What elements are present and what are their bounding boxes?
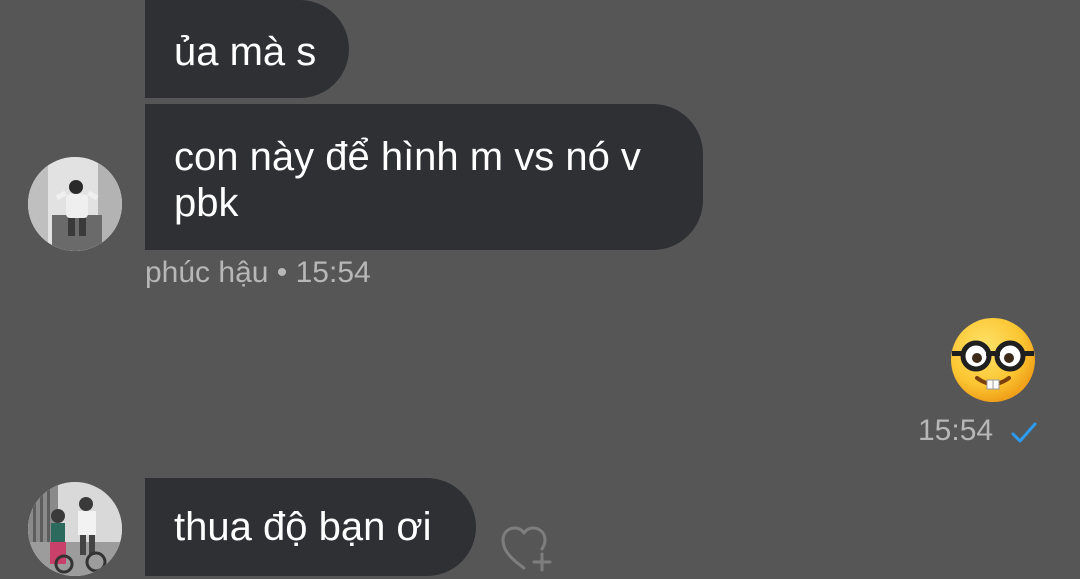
message-text: thua độ bạn ơi xyxy=(174,505,432,549)
message-bubble[interactable]: con này để hình m vs nó v pbk xyxy=(145,104,703,250)
like-button[interactable] xyxy=(500,524,554,574)
message-text-line: con này để hình m vs nó v xyxy=(174,135,641,179)
message-bubble[interactable]: ủa mà s xyxy=(145,0,349,98)
check-icon xyxy=(1010,421,1038,445)
avatar[interactable] xyxy=(28,157,122,251)
avatar-photo xyxy=(28,157,122,251)
avatar-photo xyxy=(28,482,122,576)
message-meta: phúc hậu • 15:54 xyxy=(145,256,371,289)
message-time: 15:54 xyxy=(918,414,994,447)
message-bubble[interactable]: thua độ bạn ơi xyxy=(145,478,476,576)
heart-plus-icon xyxy=(501,526,552,572)
message-text-line: pbk xyxy=(174,181,239,225)
nerd-face-emoji[interactable] xyxy=(949,316,1037,404)
avatar[interactable] xyxy=(28,482,122,576)
nerd-face-icon xyxy=(951,318,1035,402)
message-text: ủa mà s xyxy=(174,30,317,74)
